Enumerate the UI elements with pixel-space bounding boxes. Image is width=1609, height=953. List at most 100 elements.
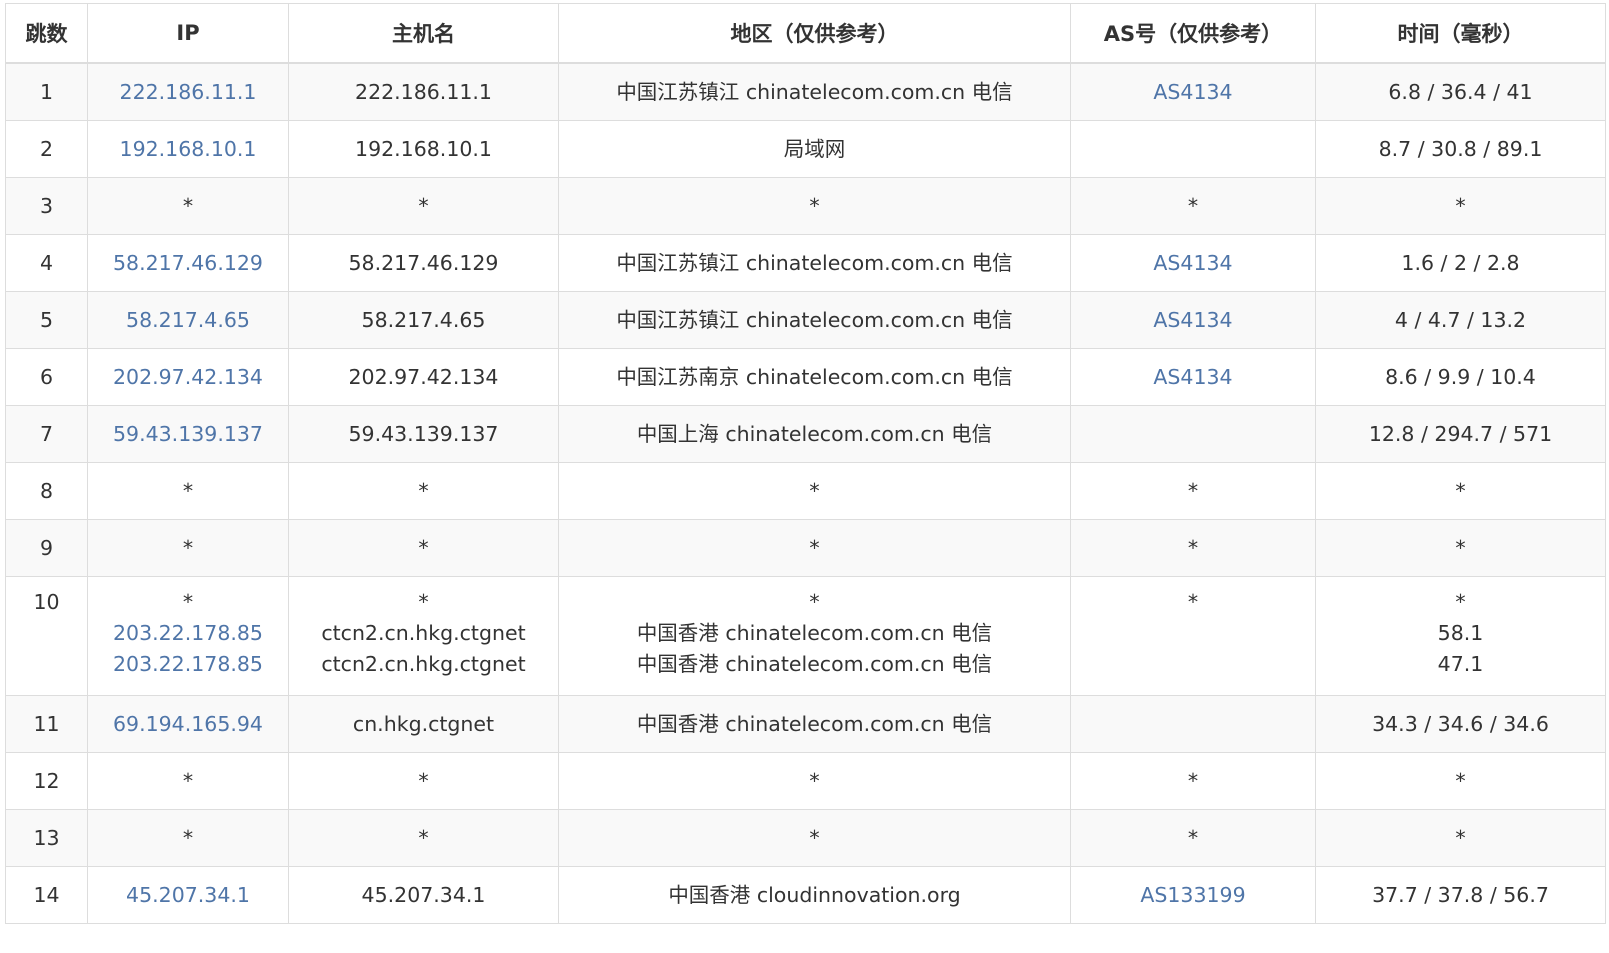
hop-number-text: 1 — [39, 79, 54, 104]
latency: * — [1315, 519, 1606, 577]
latency: * — [1315, 177, 1606, 235]
ip-address-link[interactable]: 58.217.46.129 — [88, 248, 288, 279]
region: * — [558, 177, 1071, 235]
hop-number-text: 12 — [33, 768, 60, 793]
ip-address-link[interactable]: 69.194.165.94 — [88, 709, 288, 740]
hop-number: 13 — [5, 809, 88, 867]
hostname-text: * — [418, 768, 429, 793]
hop-number-text: 3 — [39, 193, 54, 218]
table-row: 13 * * * * * — [5, 809, 1606, 867]
hostname-text: cn.hkg.ctgnet — [352, 711, 495, 736]
latency-text: 47.1 — [1437, 652, 1484, 676]
region-text: * — [809, 825, 820, 850]
latency: 8.7 / 30.8 / 89.1 — [1315, 120, 1606, 178]
table-row: 6 202.97.42.134 202.97.42.134 中国江苏南京 chinat… — [5, 348, 1606, 406]
table-body: 1 222.186.11.1 222.186.11.1 中国江苏镇江 chinatel… — [5, 62, 1606, 924]
as-number-text: * — [1187, 193, 1199, 218]
hop-number-text: 13 — [33, 825, 60, 850]
hostname-text: * — [418, 535, 429, 560]
column-header-hop: 跳数 — [5, 3, 88, 64]
region: 局域网 — [558, 120, 1071, 178]
hop-number-text: 14 — [33, 882, 60, 907]
column-header-time: 时间（毫秒） — [1315, 3, 1606, 64]
as-number-text: * — [1187, 590, 1199, 614]
ip-address: 59.43.139.137 — [87, 405, 289, 463]
as-number — [1070, 695, 1316, 753]
region-text: * — [809, 535, 820, 560]
ip-address: * — [87, 519, 289, 577]
table-row: 9 * * * * * — [5, 519, 1606, 577]
hop-number: 5 — [5, 291, 88, 349]
hostname: * — [288, 519, 559, 577]
as-number-link[interactable]: AS4134 — [1071, 362, 1315, 393]
hostname-text: 59.43.139.137 — [348, 421, 499, 446]
hostname-text: * — [418, 825, 429, 850]
hostname-text: ctcn2.cn.hkg.ctgnet — [321, 652, 526, 676]
table-row: 7 59.43.139.137 59.43.139.137 中国上海 chinatel… — [5, 405, 1606, 463]
region: * — [558, 809, 1071, 867]
as-number-text: * — [1187, 478, 1199, 503]
ip-address-link[interactable]: 45.207.34.1 — [88, 880, 288, 911]
table-row: 14 45.207.34.1 45.207.34.1 中国香港 cloudinnova… — [5, 866, 1606, 924]
hostname: * ctcn2.cn.hkg.ctgnet ctcn2.cn.hkg.ctgnet — [288, 576, 559, 696]
ip-address-link[interactable]: 58.217.4.65 — [88, 305, 288, 336]
hostname: cn.hkg.ctgnet — [288, 695, 559, 753]
as-number-link[interactable]: AS133199 — [1071, 880, 1315, 911]
region-text: * — [809, 193, 820, 218]
ip-address: 202.97.42.134 — [87, 348, 289, 406]
hostname-text: 202.97.42.134 — [348, 364, 499, 389]
ip-address-link[interactable]: 202.97.42.134 — [88, 362, 288, 393]
hostname-text: * — [418, 590, 429, 614]
region: 中国江苏镇江 chinatelecom.com.cn 电信 — [558, 62, 1071, 121]
region-text: 中国江苏镇江 chinatelecom.com.cn 电信 — [616, 307, 1013, 332]
latency-text: 37.7 / 37.8 / 56.7 — [1372, 882, 1549, 907]
hop-number: 2 — [5, 120, 88, 178]
region: * 中国香港 chinatelecom.com.cn 电信 中国香港 chinate… — [558, 576, 1071, 696]
latency-text: 8.7 / 30.8 / 89.1 — [1378, 136, 1543, 161]
region-text: * — [809, 768, 820, 793]
table-row: 8 * * * * * — [5, 462, 1606, 520]
hostname-text: 58.217.4.65 — [361, 307, 486, 332]
as-number-link[interactable]: AS4134 — [1071, 248, 1315, 279]
table-row: 11 69.194.165.94 cn.hkg.ctgnet 中国香港 chinate… — [5, 695, 1606, 753]
as-number: * — [1070, 519, 1316, 577]
hostname-text: 192.168.10.1 — [355, 136, 492, 161]
latency-text: 58.1 — [1437, 621, 1484, 645]
column-header-as: AS号（仅供参考） — [1070, 3, 1316, 64]
ip-address: * 203.22.178.85 203.22.178.85 — [87, 576, 289, 696]
ip-address-link[interactable]: 192.168.10.1 — [88, 134, 288, 165]
as-number: * — [1070, 752, 1316, 810]
region-text: 中国香港 cloudinnovation.org — [668, 882, 961, 907]
as-number: AS133199 — [1070, 866, 1316, 924]
as-number-link[interactable]: AS4134 — [1071, 77, 1315, 108]
hostname-text: 58.217.46.129 — [348, 250, 499, 275]
hop-number-text: 8 — [39, 478, 54, 503]
hop-number-text: 4 — [39, 250, 54, 275]
latency: * 58.1 47.1 — [1315, 576, 1606, 696]
hop-number-text: 5 — [39, 307, 54, 332]
latency-text: 12.8 / 294.7 / 571 — [1368, 421, 1553, 446]
region: * — [558, 752, 1071, 810]
hop-number-text: 6 — [39, 364, 54, 389]
table-header: 跳数 IP 主机名 地区（仅供参考） AS号（仅供参考） 时间（毫秒） — [5, 3, 1606, 64]
as-number: * — [1070, 462, 1316, 520]
hostname: 222.186.11.1 — [288, 62, 559, 121]
column-header-ip: IP — [87, 3, 289, 64]
ip-address: * — [87, 177, 289, 235]
ip-address-link[interactable]: 203.22.178.85 — [88, 649, 288, 680]
latency-text: * — [1455, 193, 1466, 218]
as-number: * — [1070, 809, 1316, 867]
ip-address-link[interactable]: 203.22.178.85 — [88, 618, 288, 649]
ip-address-link[interactable]: 59.43.139.137 — [88, 419, 288, 450]
hop-number: 3 — [5, 177, 88, 235]
table-row: 3 * * * * * — [5, 177, 1606, 235]
hop-number: 4 — [5, 234, 88, 292]
hostname: 202.97.42.134 — [288, 348, 559, 406]
ip-address-text: * — [182, 478, 194, 503]
ip-address-link[interactable]: 222.186.11.1 — [88, 77, 288, 108]
ip-address: * — [87, 752, 289, 810]
table-row: 12 * * * * * — [5, 752, 1606, 810]
table-row: 10 * 203.22.178.85 203.22.178.85 * ctcn2.cn.h… — [5, 576, 1606, 696]
as-number-link[interactable]: AS4134 — [1071, 305, 1315, 336]
hostname: * — [288, 752, 559, 810]
